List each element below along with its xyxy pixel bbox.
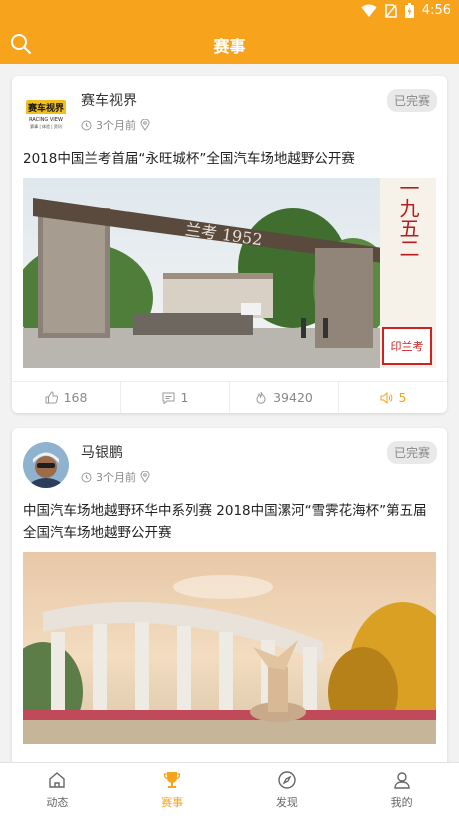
status-time: 4:56 xyxy=(421,3,451,18)
flame-icon xyxy=(256,391,266,404)
no-sim-icon xyxy=(385,3,397,18)
comment-count: 1 xyxy=(180,390,189,405)
views-count: 39420 xyxy=(273,390,313,405)
tab-profile[interactable]: 我的 xyxy=(344,763,459,816)
card-stats-bar: 168 1 39420 5 xyxy=(12,381,447,413)
status-badge: 已完赛 xyxy=(386,89,437,112)
tab-label: 动态 xyxy=(46,795,69,809)
tab-label: 我的 xyxy=(390,795,413,809)
event-card[interactable]: 赛车视界 RACING VIEW 赛事 | 体验 | 资讯 赛车视界 3个月前 … xyxy=(12,76,447,413)
seal-stamp: 印兰考 xyxy=(391,340,424,353)
avatar-logo-text: 赛车视界 xyxy=(27,102,64,114)
avatar-logo-sub: RACING VIEW xyxy=(29,117,63,123)
post-time: 3个月前 xyxy=(96,119,136,132)
page-title: 赛事 xyxy=(213,37,246,56)
post-time: 3个月前 xyxy=(96,471,136,484)
comment-button[interactable]: 1 xyxy=(121,382,230,413)
wifi-icon xyxy=(361,4,377,17)
author-name[interactable]: 赛车视界 xyxy=(81,90,137,110)
speaker-icon xyxy=(380,391,392,404)
avatar[interactable] xyxy=(23,442,69,488)
clock-icon xyxy=(81,472,92,482)
event-image[interactable] xyxy=(23,552,436,744)
avatar[interactable]: 赛车视界 RACING VIEW 赛事 | 体验 | 资讯 xyxy=(23,90,69,136)
event-title[interactable]: 中国汽车场地越野环华中系列赛 2018中国漯河“雪霁花海杯”第五届全国汽车场地越… xyxy=(23,500,436,544)
battery-icon xyxy=(404,3,414,18)
location-icon xyxy=(140,119,150,131)
bottom-tab-bar: 动态 赛事 发现 我的 xyxy=(0,762,459,816)
tab-feed[interactable]: 动态 xyxy=(0,763,115,816)
event-feed[interactable]: 赛车视界 RACING VIEW 赛事 | 体验 | 资讯 赛车视界 3个月前 … xyxy=(0,64,459,762)
post-meta: 3个月前 xyxy=(81,469,150,485)
author-name[interactable]: 马银鹏 xyxy=(81,442,123,462)
side-calligraphy: 蘭考一九五二 xyxy=(396,178,420,258)
thumbs-up-icon xyxy=(45,391,58,404)
user-icon xyxy=(393,771,410,789)
like-count: 168 xyxy=(63,390,88,405)
location-icon xyxy=(140,471,150,483)
status-bar: 4:56 xyxy=(0,0,459,24)
share-count: 5 xyxy=(398,390,407,405)
app-bar: 赛事 xyxy=(0,24,459,64)
avatar-logo-tag: 赛事 | 体验 | 资讯 xyxy=(30,123,62,129)
clock-icon xyxy=(81,120,92,130)
home-icon xyxy=(49,771,66,788)
tab-events[interactable]: 赛事 xyxy=(115,763,230,816)
event-image[interactable]: 兰考 1952 蘭考一九五二 印兰考 xyxy=(23,178,436,368)
tab-label: 发现 xyxy=(275,795,298,809)
share-button[interactable]: 5 xyxy=(339,382,447,413)
status-badge: 已完赛 xyxy=(386,441,437,464)
event-card[interactable]: 马银鹏 3个月前 已完赛 中国汽车场地越野环华中系列赛 2018中国漯河“雪霁花… xyxy=(12,428,447,762)
like-button[interactable]: 168 xyxy=(12,382,121,413)
comment-icon xyxy=(162,392,175,404)
compass-icon xyxy=(278,770,296,789)
trophy-icon xyxy=(163,771,181,788)
event-title[interactable]: 2018中国兰考首届“永旺城杯”全国汽车场地越野公开赛 xyxy=(23,148,436,170)
views-stat: 39420 xyxy=(230,382,339,413)
post-meta: 3个月前 xyxy=(81,117,150,133)
tab-discover[interactable]: 发现 xyxy=(230,763,345,816)
tab-label: 赛事 xyxy=(161,795,184,809)
